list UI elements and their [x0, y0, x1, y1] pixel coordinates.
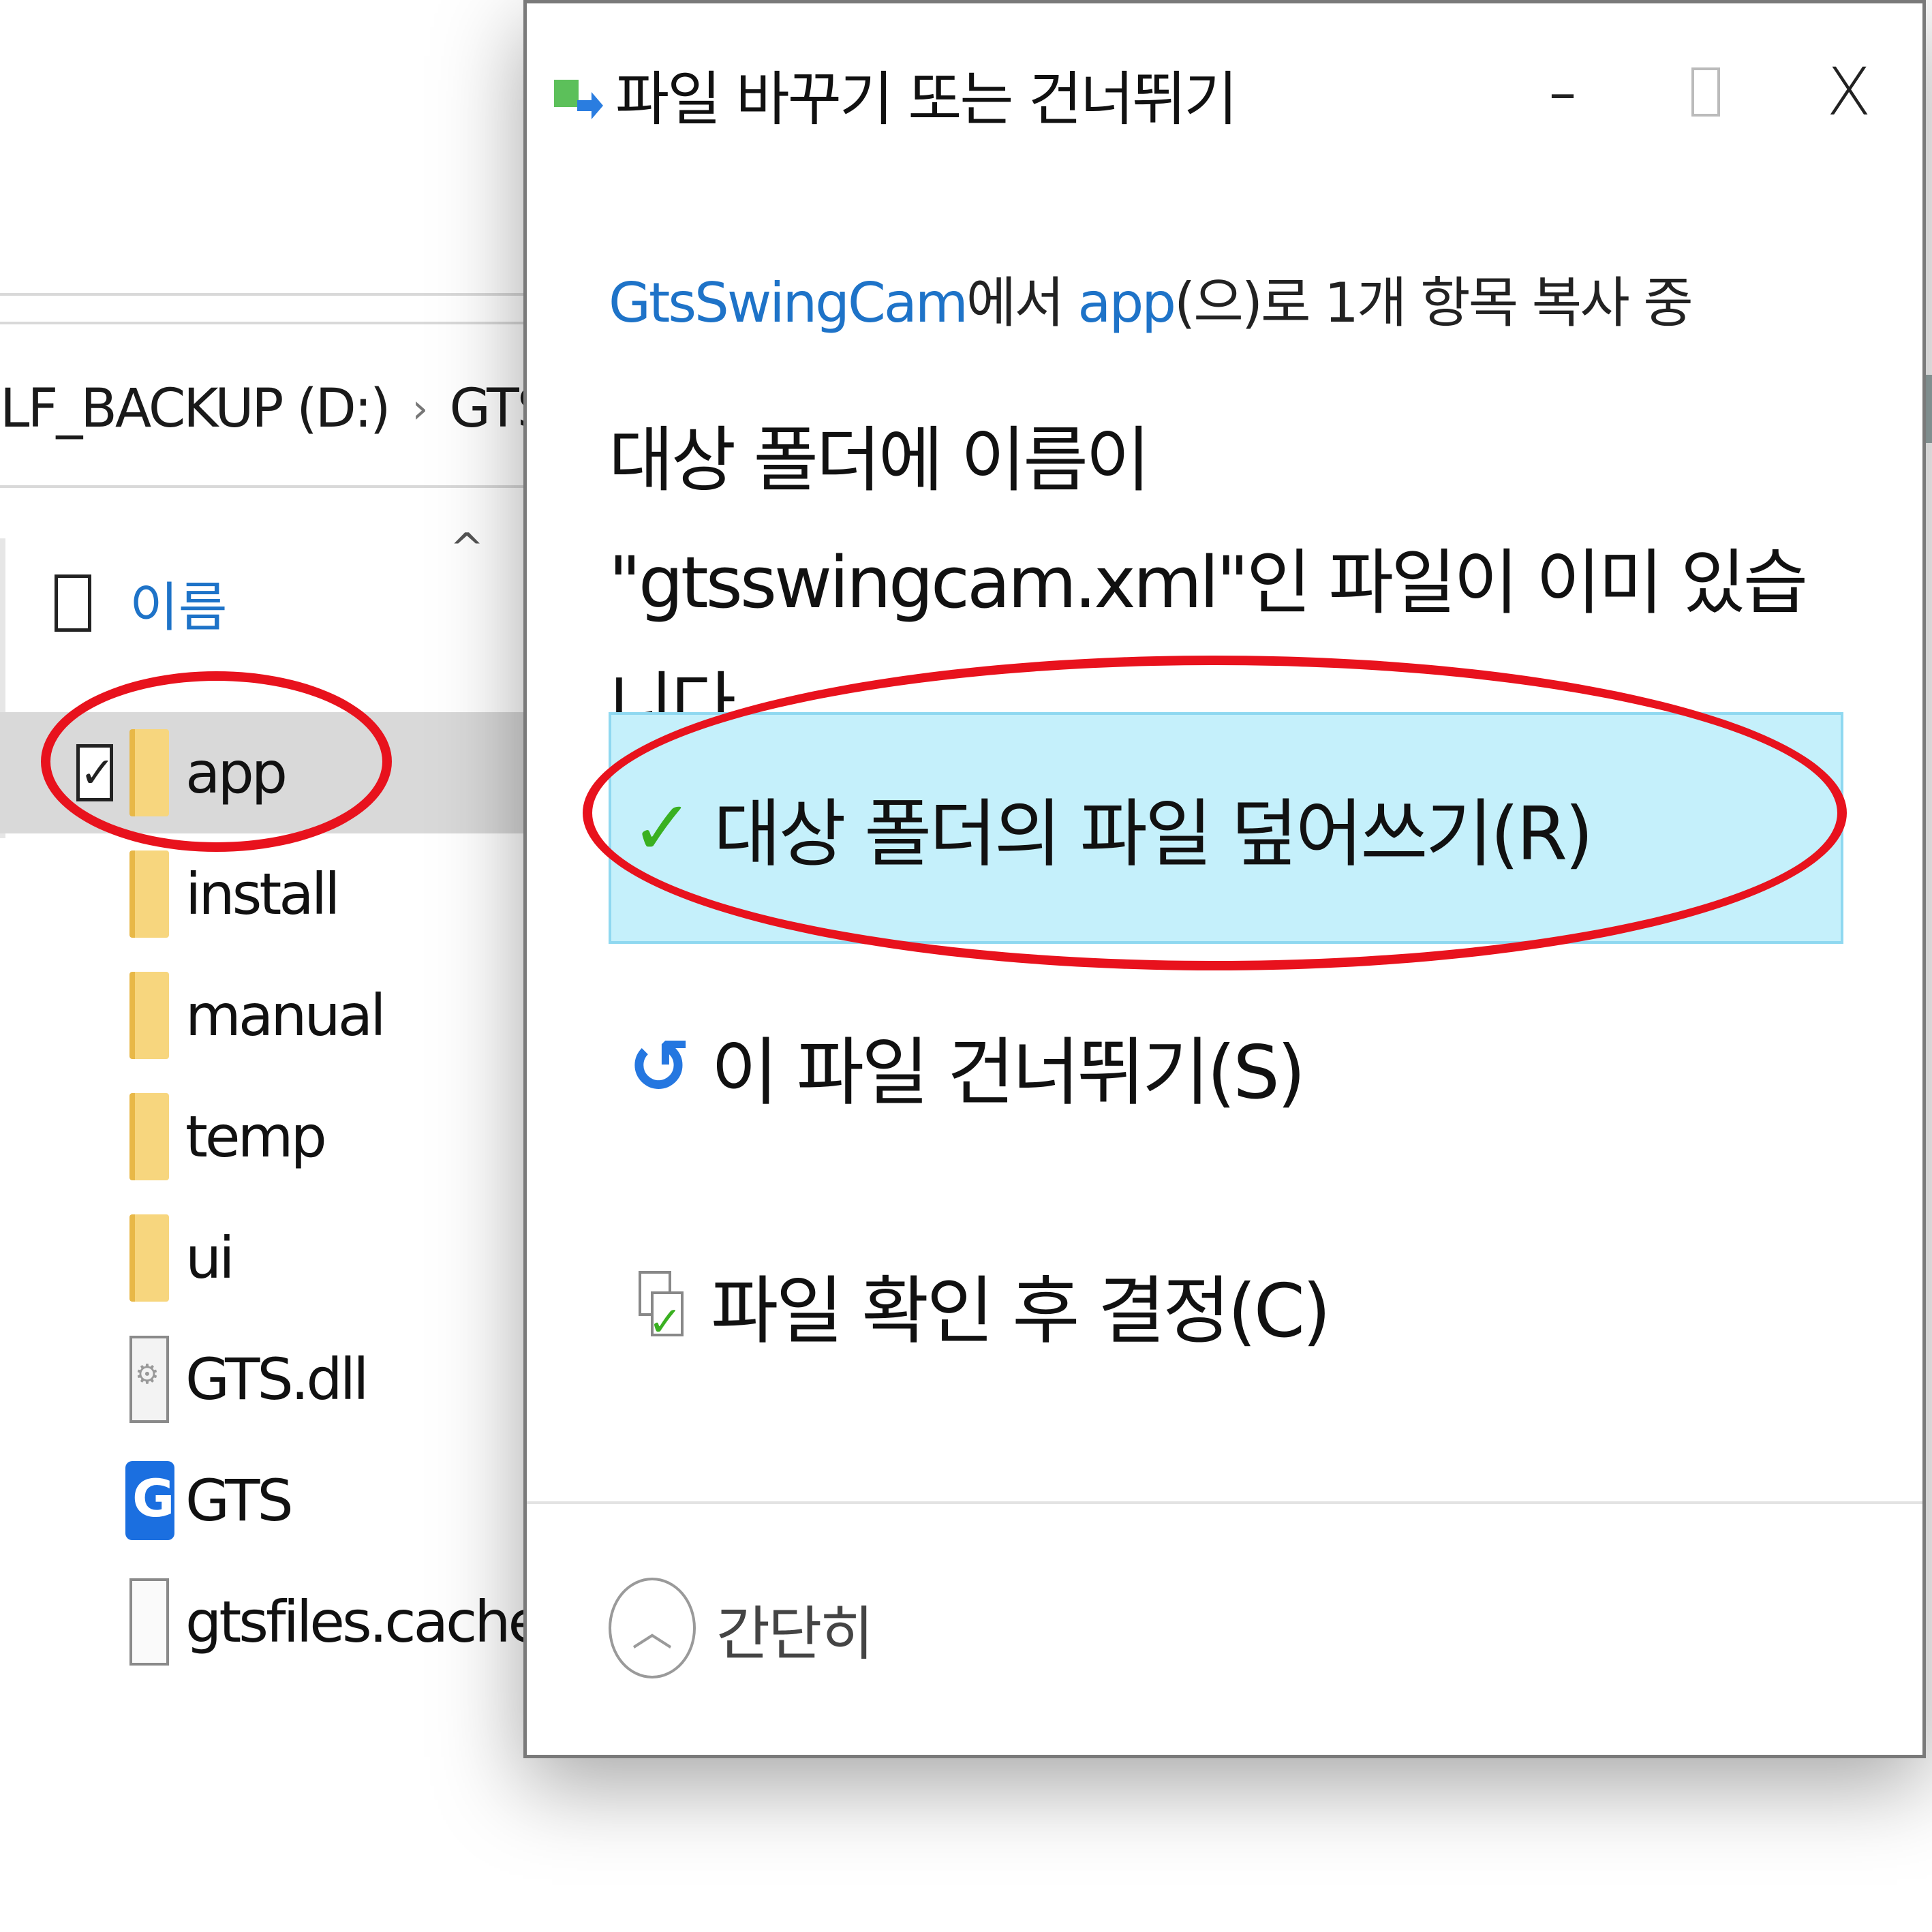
list-item-gts-app[interactable]: GTS: [0, 1440, 532, 1561]
file-name: gtsfiles.cache: [185, 1589, 543, 1655]
name-column-label: 이름: [129, 577, 228, 639]
dll-file-icon: [129, 1336, 169, 1423]
file-list: app install manual temp ui GTS.dll GTS: [0, 712, 543, 1683]
copy-status: GtsSwingCam에서 app(으)로 1개 항목 복사 중: [609, 259, 1693, 338]
close-button[interactable]: X: [1801, 44, 1897, 140]
list-item-gtsfiles-cache[interactable]: gtsfiles.cache: [0, 1561, 543, 1683]
replace-option-label: 대상 폴더의 파일 덮어쓰기(R): [714, 792, 1593, 877]
fewer-details-button[interactable]: ︿ 간단히: [609, 1578, 874, 1678]
dialog-titlebar[interactable]: 파일 바꾸기 또는 건너뛰기 – X: [527, 3, 1922, 187]
folder-icon: [129, 729, 169, 816]
skip-arrow-icon: ↺: [628, 1023, 692, 1110]
destination-folder-link[interactable]: app: [1077, 271, 1176, 335]
file-icon: [129, 1578, 169, 1666]
skip-file-option[interactable]: ↺ 이 파일 건너뛰기(S): [609, 951, 1843, 1182]
chevron-up-icon: ︿: [609, 1578, 696, 1678]
list-item-gts-dll[interactable]: GTS.dll: [0, 1319, 532, 1440]
replace-or-skip-dialog: 파일 바꾸기 또는 건너뛰기 – X GtsSwingCam에서 app(으)로…: [523, 0, 1926, 1758]
breadcrumb-drive[interactable]: LF_BACKUP (D:): [0, 378, 390, 440]
list-item-install[interactable]: install: [0, 833, 532, 955]
maximize-button[interactable]: [1658, 44, 1753, 140]
address-divider: [0, 485, 532, 488]
list-item-temp[interactable]: temp: [0, 1076, 532, 1197]
status-text: (으)로 1개 항목 복사 중: [1174, 271, 1693, 335]
name-column-header[interactable]: 이름: [55, 566, 228, 641]
folder-icon: [129, 850, 169, 938]
replace-file-option[interactable]: ✓ 대상 폴더의 파일 덮어쓰기(R): [609, 712, 1843, 944]
folder-icon: [129, 1214, 169, 1302]
source-folder-link[interactable]: GtsSwingCam: [609, 271, 968, 335]
skip-option-label: 이 파일 건너뛰기(S): [711, 1030, 1306, 1116]
fewer-details-label: 간단히: [716, 1599, 874, 1668]
footer-divider: [527, 1501, 1922, 1504]
file-name: ui: [185, 1225, 235, 1291]
file-name: temp: [185, 1103, 327, 1170]
ribbon-divider: [0, 322, 532, 324]
breadcrumb-separator-icon: ›: [412, 385, 428, 433]
gts-app-icon: [125, 1461, 174, 1540]
folder-icon: [129, 1093, 169, 1180]
file-name: install: [185, 861, 340, 927]
folder-icon: [129, 972, 169, 1059]
file-name: GTS.dll: [185, 1346, 369, 1413]
sort-ascending-icon[interactable]: ^: [450, 525, 484, 572]
dialog-title: 파일 바꾸기 또는 건너뛰기: [615, 65, 1238, 134]
minimize-button[interactable]: –: [1515, 44, 1610, 140]
status-text: 에서: [966, 271, 1078, 335]
file-transfer-icon: [554, 72, 603, 126]
file-name: GTS: [185, 1467, 294, 1534]
list-item-ui[interactable]: ui: [0, 1197, 532, 1319]
list-item-manual[interactable]: manual: [0, 955, 532, 1076]
compare-files-option[interactable]: ✓ 파일 확인 후 결정(C): [609, 1189, 1843, 1421]
toolbar-divider: [0, 293, 532, 296]
conflict-message: 대상 폴더에 이름이 "gtsswingcam.xml"인 파일이 이미 있습니…: [609, 418, 1808, 747]
check-icon: ✓: [630, 784, 694, 872]
row-checkbox[interactable]: [76, 744, 113, 801]
file-name: manual: [185, 982, 386, 1049]
compare-option-label: 파일 확인 후 결정(C): [711, 1269, 1331, 1354]
file-name: app: [185, 739, 288, 806]
maximize-icon: [1691, 67, 1720, 117]
compare-files-icon: ✓: [636, 1271, 684, 1346]
select-all-checkbox[interactable]: [55, 574, 91, 632]
list-item-app[interactable]: app: [0, 712, 532, 833]
